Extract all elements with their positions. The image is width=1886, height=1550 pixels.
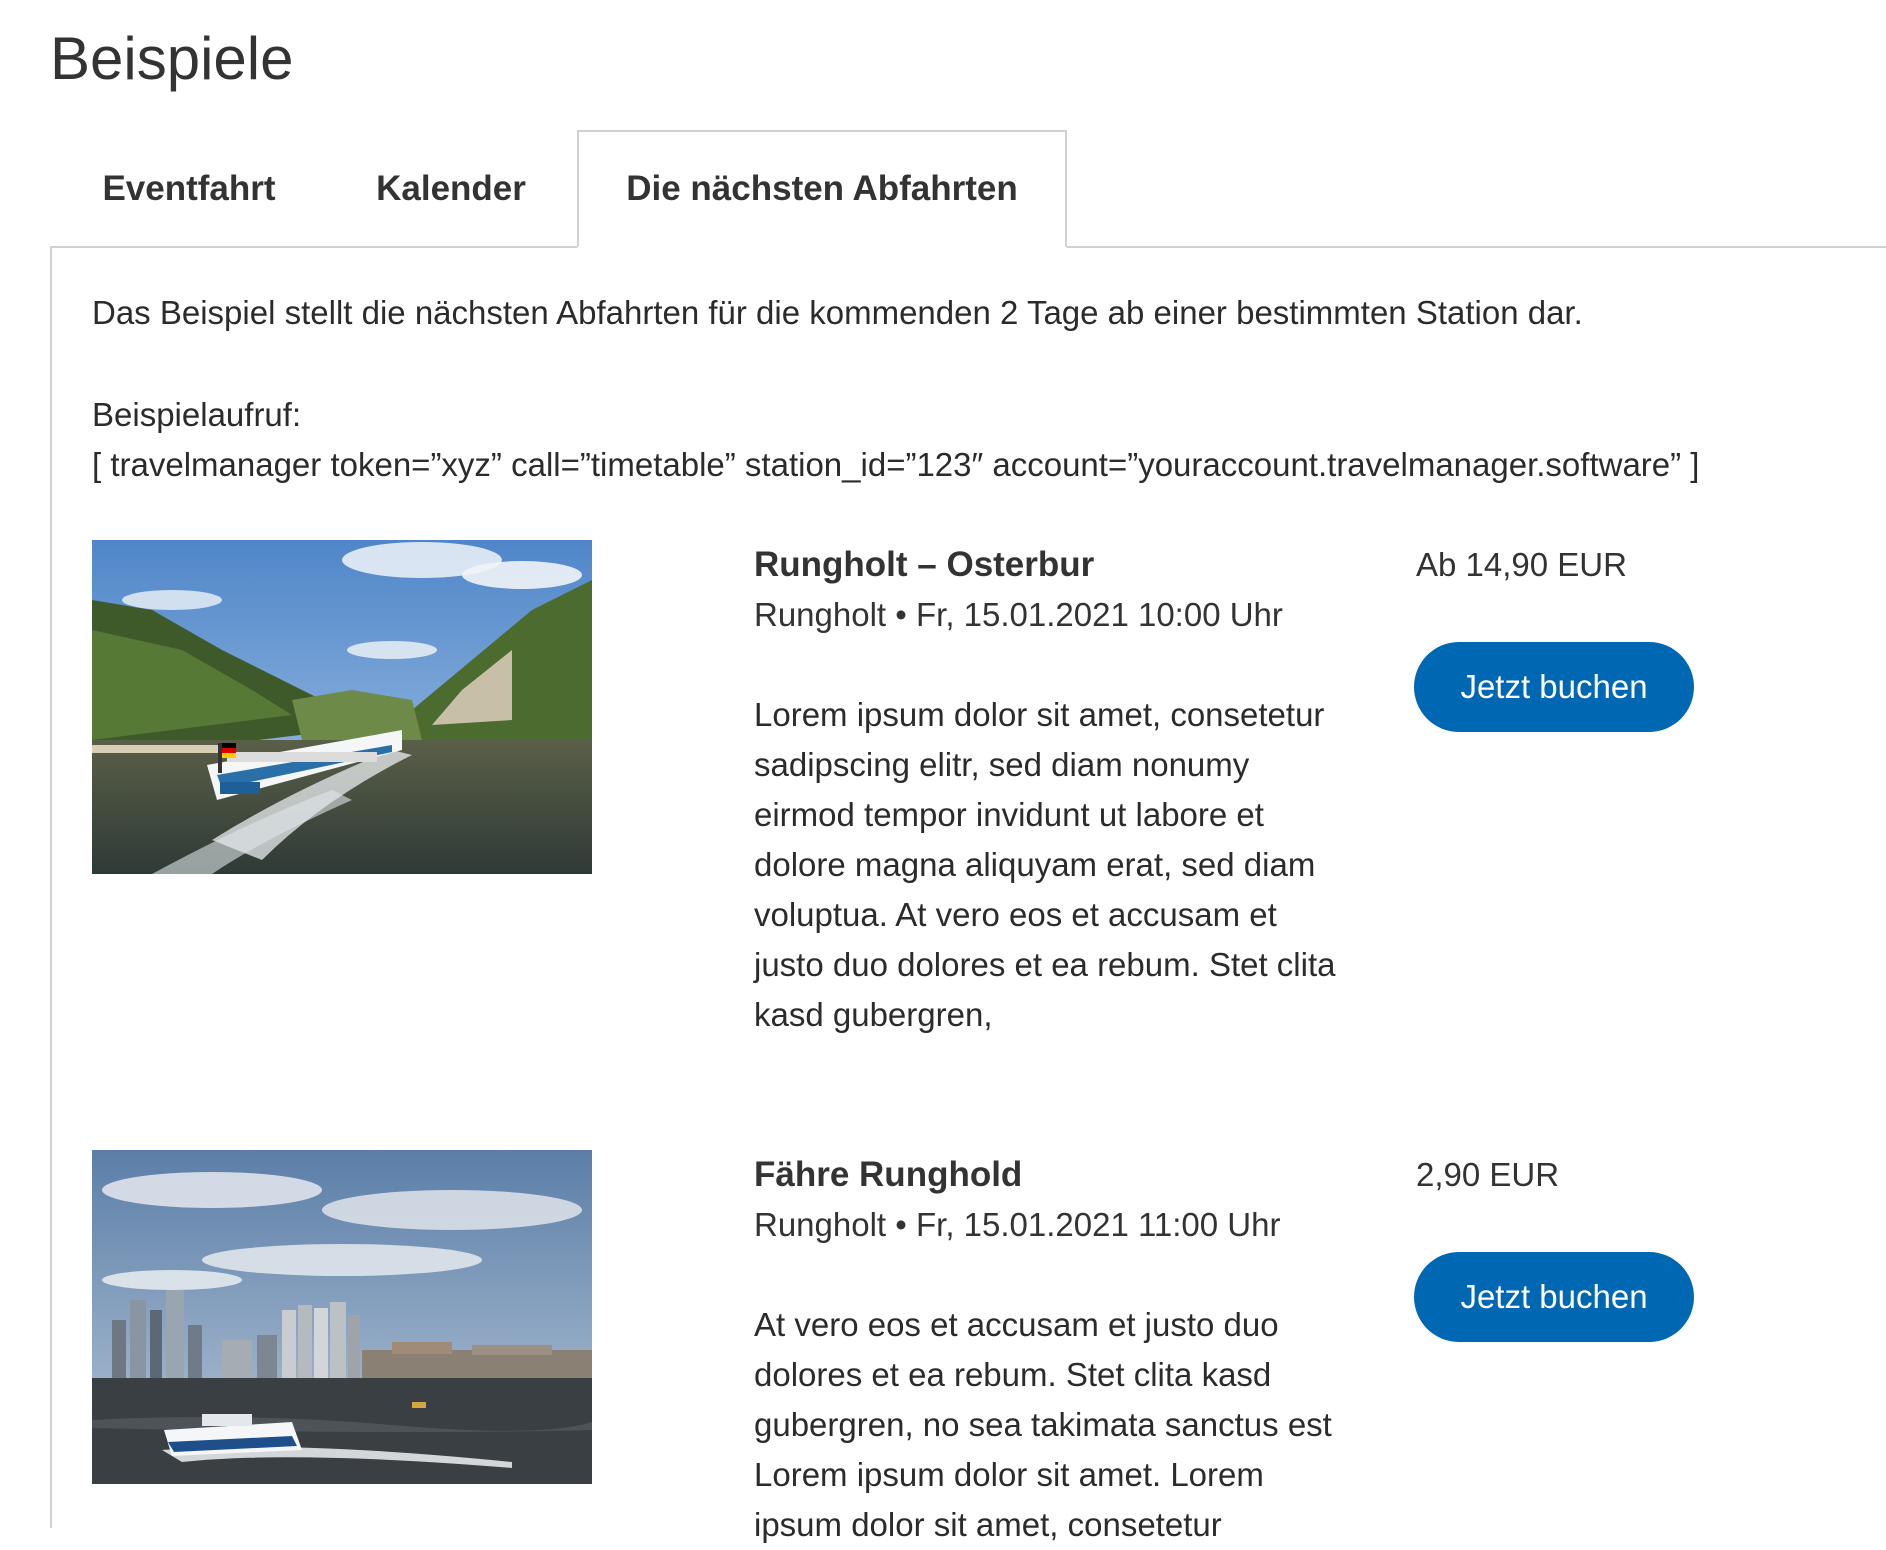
departure-title: Fähre Runghold <box>754 1155 1023 1194</box>
departure-price: 2,90 EUR <box>1416 1156 1560 1193</box>
page-title: Beispiele <box>50 25 294 92</box>
departure-title: Rungholt – Osterbur <box>754 545 1095 584</box>
harbor-ferry-photo <box>92 1150 592 1484</box>
intro-text: Das Beispiel stellt die nächsten Abfahrt… <box>92 294 1583 331</box>
tab-naechste-abfahrten[interactable]: Die nächsten Abfahrten <box>577 130 1067 248</box>
example-call-code: [ travelmanager token=”xyz” call=”timeta… <box>92 446 1700 483</box>
departure-description: Lorem ipsum dolor sit amet, consetetur s… <box>754 696 1336 1033</box>
departure-meta: Rungholt • Fr, 15.01.2021 11:00 Uhr <box>754 1206 1281 1243</box>
example-call-label: Beispielaufruf: <box>92 396 302 433</box>
tab-kalender[interactable]: Kalender <box>358 130 544 248</box>
departure-price: Ab 14,90 EUR <box>1416 546 1627 583</box>
book-now-button[interactable]: Jetzt buchen <box>1414 1252 1694 1342</box>
departure-meta: Rungholt • Fr, 15.01.2021 10:00 Uhr <box>754 596 1283 633</box>
departure-description: At vero eos et accusam et justo duo dolo… <box>754 1306 1332 1543</box>
tab-eventfahrt[interactable]: Eventfahrt <box>92 130 286 248</box>
book-now-button[interactable]: Jetzt buchen <box>1414 642 1694 732</box>
river-boat-photo <box>92 540 592 874</box>
